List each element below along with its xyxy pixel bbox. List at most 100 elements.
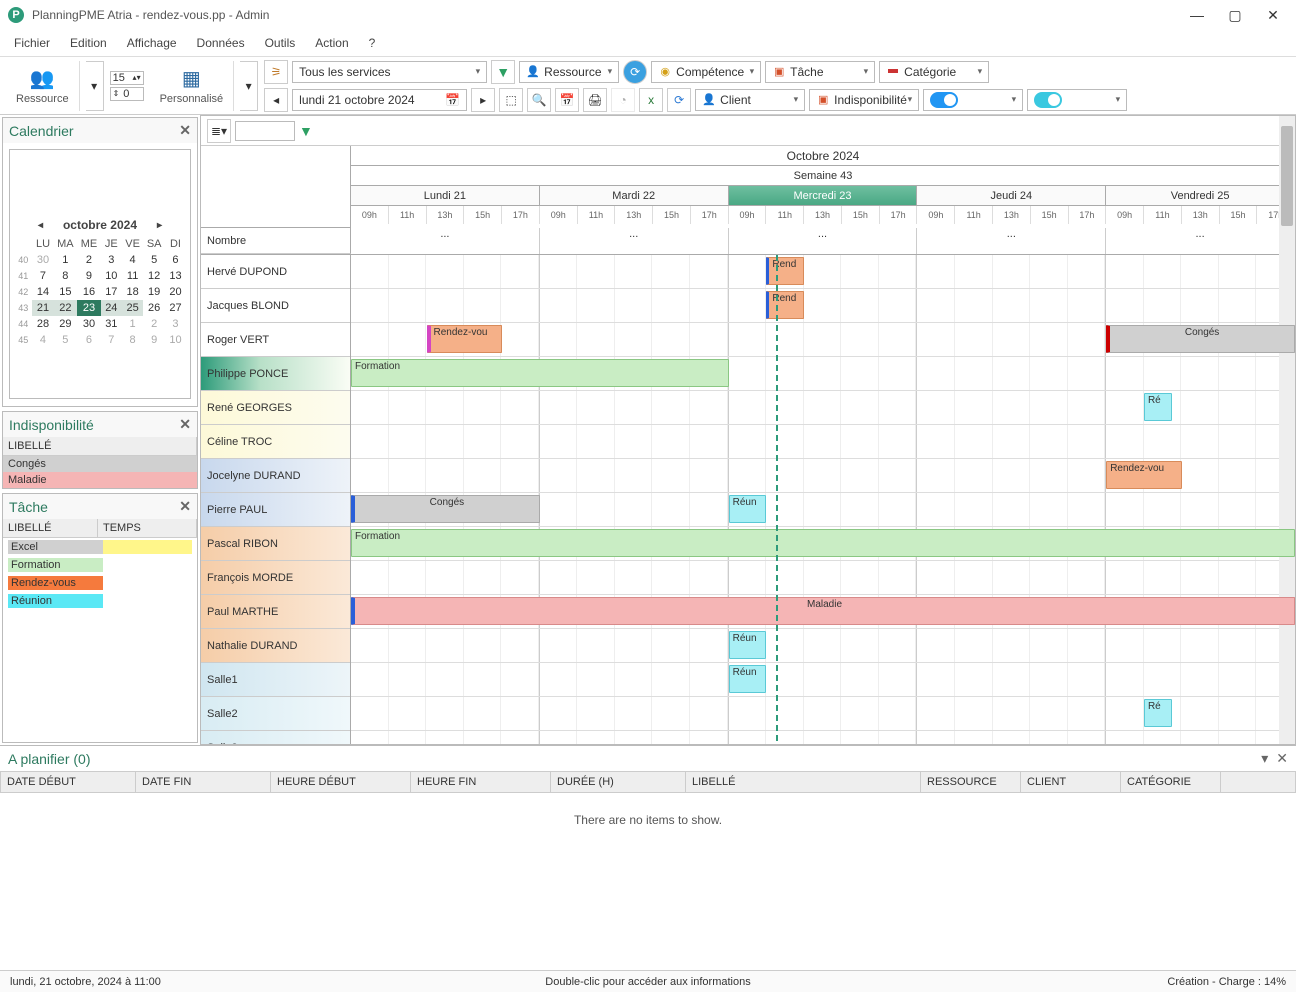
cal-day[interactable]: 9 — [143, 332, 165, 348]
cal-day[interactable]: 3 — [101, 252, 122, 268]
cal-day[interactable]: 19 — [143, 284, 165, 300]
tache-item[interactable]: Formation — [3, 556, 197, 574]
hierarchy-icon[interactable]: ⚞ — [264, 60, 288, 84]
planner-col-head[interactable]: HEURE DÉBUT — [271, 772, 411, 792]
menu-help[interactable]: ? — [369, 36, 376, 50]
tache-dropdown[interactable]: ▣ Tâche▾ — [765, 61, 875, 83]
cal-day[interactable]: 30 — [77, 316, 101, 332]
event-re[interactable]: Ré — [1144, 393, 1172, 421]
spin-bottom[interactable]: ⇕0 — [110, 87, 144, 101]
cal-day[interactable]: 10 — [165, 332, 186, 348]
event-reunion[interactable]: Réun — [729, 665, 767, 693]
indispo-item[interactable]: Maladie — [3, 472, 197, 488]
planner-col-head[interactable]: DATE DÉBUT — [1, 772, 136, 792]
resource-row[interactable]: Roger VERT — [201, 323, 350, 357]
pie-chart-icon[interactable]: ◔ — [611, 88, 635, 112]
cal-day[interactable]: 2 — [143, 316, 165, 332]
event-conges[interactable]: Congés — [351, 495, 540, 523]
sort-icon[interactable]: ≣▾ — [207, 119, 231, 143]
cal-day[interactable]: 29 — [54, 316, 78, 332]
event-rend[interactable]: Rend — [766, 291, 804, 319]
event-formation[interactable]: Formation — [351, 359, 729, 387]
schedule-row[interactable]: Rendez-vou — [351, 459, 1295, 493]
event-rendezvous[interactable]: Rendez-vou — [1106, 461, 1182, 489]
day-header[interactable]: Lundi 21 — [351, 186, 540, 205]
tache-panel-close[interactable]: ✕ — [179, 498, 191, 515]
toolbar-resource-group[interactable]: 👥 Ressource — [6, 61, 80, 111]
resource-dropdown-button[interactable]: ▾ — [86, 61, 104, 111]
resource-row[interactable]: Philippe PONCE — [201, 357, 350, 391]
resource-row[interactable]: Paul MARTHE — [201, 595, 350, 629]
search-icon[interactable]: 🔍 — [527, 88, 551, 112]
categorie-dropdown[interactable]: Catégorie▾ — [879, 61, 989, 83]
services-dropdown[interactable]: Tous les services▾ — [292, 61, 487, 83]
resource-row[interactable]: Jacques BLOND — [201, 289, 350, 323]
tache-item[interactable]: Rendez-vous — [3, 574, 197, 592]
prev-button[interactable]: ◂ — [264, 88, 288, 112]
date-nav[interactable]: lundi 21 octobre 2024 📅 — [292, 89, 467, 111]
cal-day[interactable]: 26 — [143, 300, 165, 316]
indispo-item[interactable]: Congés — [3, 456, 197, 472]
cal-day[interactable]: 27 — [165, 300, 186, 316]
schedule-row[interactable]: Formation — [351, 357, 1295, 391]
event-reunion[interactable]: Réun — [729, 495, 767, 523]
planner-col-head[interactable]: DATE FIN — [136, 772, 271, 792]
schedule-row[interactable]: Réun — [351, 629, 1295, 663]
cal-day[interactable]: 5 — [54, 332, 78, 348]
resource-row[interactable]: Salle3 — [201, 731, 350, 745]
cal-day[interactable]: 2 — [77, 252, 101, 268]
toggle-1[interactable]: ▾ — [923, 89, 1023, 111]
schedule-filter-input[interactable] — [235, 121, 295, 141]
cal-day[interactable]: 17 — [101, 284, 122, 300]
resource-row[interactable]: Céline TROC — [201, 425, 350, 459]
toggle-2[interactable]: ▾ — [1027, 89, 1127, 111]
event-formation[interactable]: Formation — [351, 529, 1295, 557]
cal-next-month[interactable]: ▸ — [157, 220, 162, 231]
planner-col-head[interactable]: CATÉGORIE — [1121, 772, 1221, 792]
cal-day[interactable]: 1 — [54, 252, 78, 268]
schedule-row[interactable]: Rendez-vouCongés — [351, 323, 1295, 357]
resource-row[interactable]: Salle2 — [201, 697, 350, 731]
schedule-row[interactable] — [351, 561, 1295, 595]
cal-day[interactable]: 8 — [54, 268, 78, 284]
menu-affichage[interactable]: Affichage — [127, 36, 177, 50]
resource-row[interactable]: Salle1 — [201, 663, 350, 697]
cal-day[interactable]: 6 — [165, 252, 186, 268]
menu-edition[interactable]: Edition — [70, 36, 107, 50]
schedule-row[interactable]: Ré — [351, 391, 1295, 425]
cal-day[interactable]: 21 — [32, 300, 53, 316]
calendar-picker-icon[interactable]: 📅 — [445, 93, 460, 107]
cal-day[interactable]: 20 — [165, 284, 186, 300]
cal-day[interactable]: 24 — [101, 300, 122, 316]
planner-col-head[interactable]: RESSOURCE — [921, 772, 1021, 792]
resource-row[interactable]: Jocelyne DURAND — [201, 459, 350, 493]
cal-day[interactable]: 11 — [122, 268, 144, 284]
indispo-dropdown[interactable]: ▣ Indisponibilité▾ — [809, 89, 919, 111]
filter-icon[interactable]: ▼ — [491, 60, 515, 84]
cal-day[interactable]: 31 — [101, 316, 122, 332]
cal-day[interactable]: 15 — [54, 284, 78, 300]
cal-day[interactable]: 8 — [122, 332, 144, 348]
schedule-row[interactable]: Formation — [351, 527, 1295, 561]
planner-col-head[interactable]: CLIENT — [1021, 772, 1121, 792]
toolbar-custom-group[interactable]: ▦ Personnalisé — [150, 61, 235, 111]
print-icon[interactable]: 🖨 — [583, 88, 607, 112]
resource-row[interactable]: Pascal RIBON — [201, 527, 350, 561]
excel-icon[interactable]: x — [639, 88, 663, 112]
event-rendezvous[interactable]: Rendez-vou — [427, 325, 503, 353]
cal-day[interactable]: 16 — [77, 284, 101, 300]
event-reunion[interactable]: Réun — [729, 631, 767, 659]
cal-day[interactable]: 30 — [32, 252, 53, 268]
planner-col-head[interactable]: DURÉE (H) — [551, 772, 686, 792]
schedule-row[interactable]: Ré — [351, 697, 1295, 731]
event-rend[interactable]: Rend — [766, 257, 804, 285]
cal-prev-month[interactable]: ◂ — [38, 220, 43, 231]
day-header[interactable]: Mardi 22 — [540, 186, 729, 205]
cal-day[interactable]: 7 — [32, 268, 53, 284]
client-dropdown[interactable]: 👤 Client▾ — [695, 89, 805, 111]
menu-outils[interactable]: Outils — [265, 36, 296, 50]
cal-day[interactable]: 10 — [101, 268, 122, 284]
next-button[interactable]: ▸ — [471, 88, 495, 112]
menu-donnees[interactable]: Données — [197, 36, 245, 50]
close-button[interactable]: ✕ — [1266, 8, 1280, 22]
